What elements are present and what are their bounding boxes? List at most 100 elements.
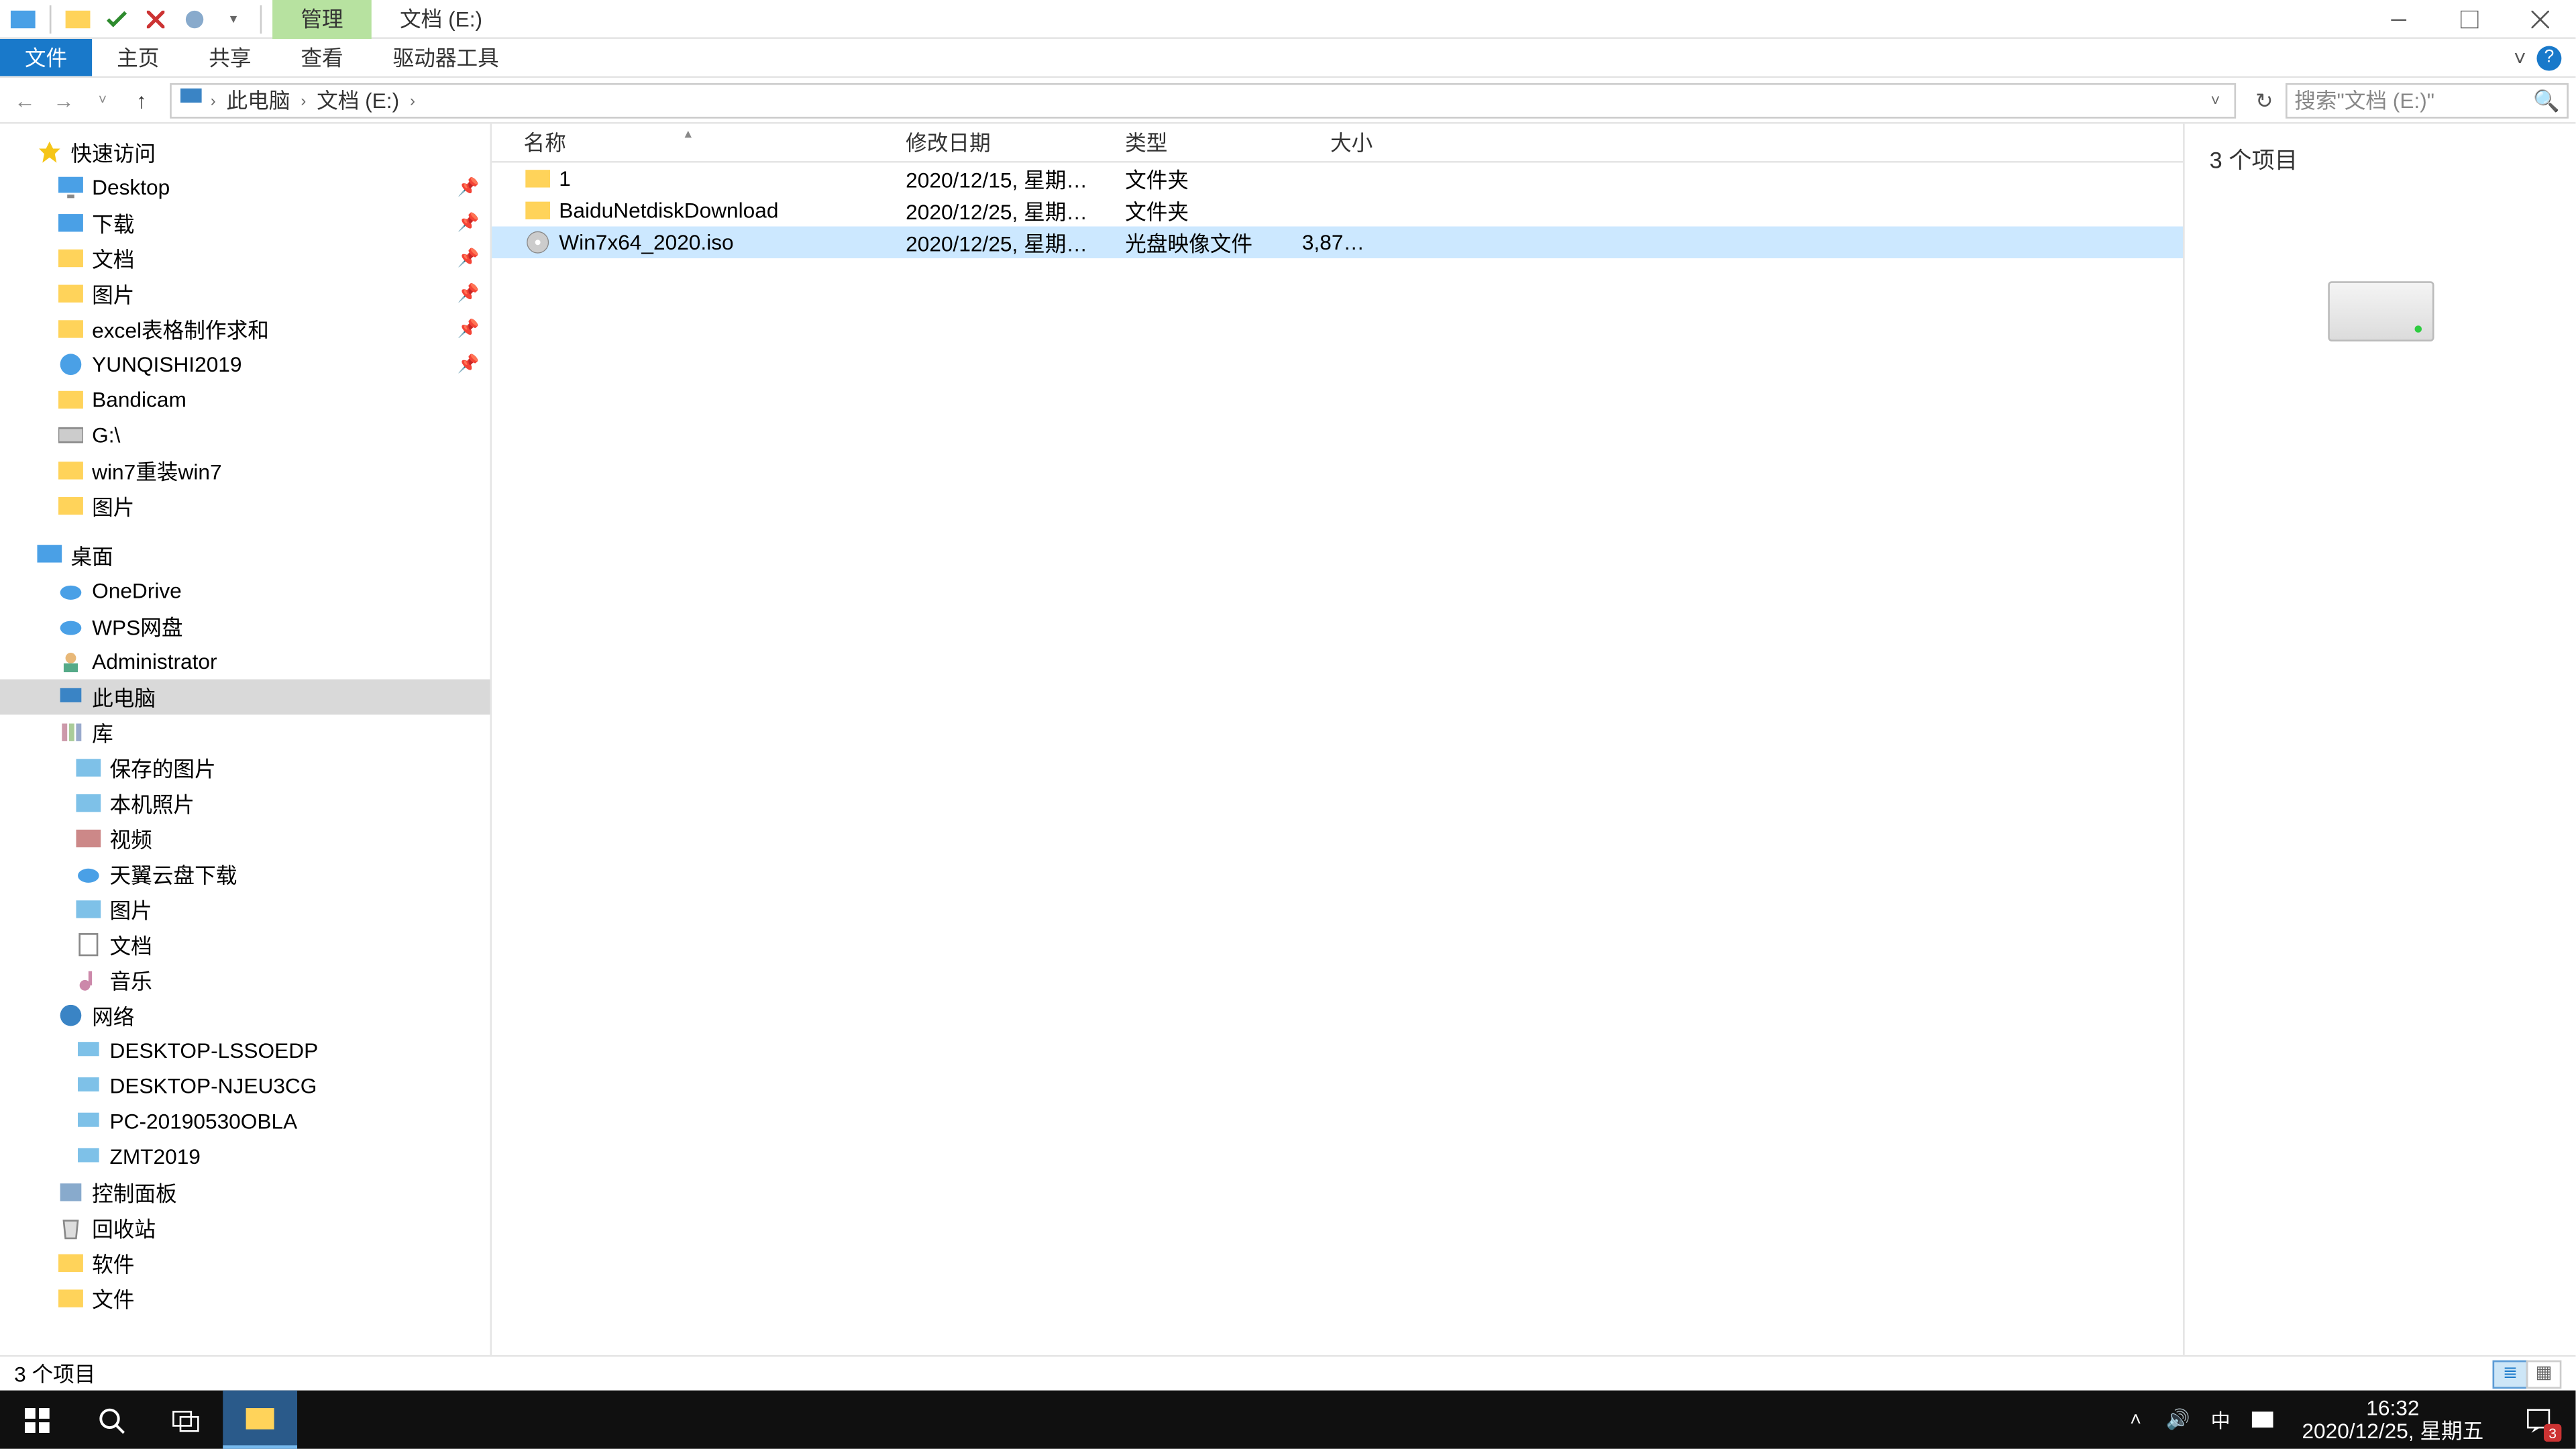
search-box[interactable]: 搜索"文档 (E:)" 🔍 bbox=[2286, 83, 2569, 118]
minimize-button[interactable]: ─ bbox=[2363, 0, 2434, 38]
forward-button[interactable]: → bbox=[46, 83, 82, 118]
ribbon-tab-share[interactable]: 共享 bbox=[184, 39, 276, 76]
tree-item[interactable]: ZMT2019 bbox=[0, 1139, 490, 1175]
action-center-button[interactable]: 3 bbox=[2508, 1391, 2569, 1449]
folder-icon bbox=[56, 386, 85, 414]
tree-item[interactable]: Desktop📌 bbox=[0, 170, 490, 205]
file-row[interactable]: BaiduNetdiskDownload2020/12/25, 星期五 1...… bbox=[492, 195, 2183, 226]
tree-item[interactable]: DESKTOP-LSSOEDP bbox=[0, 1033, 490, 1069]
tree-desktop[interactable]: 桌面 bbox=[0, 538, 490, 574]
ribbon-tab-home[interactable]: 主页 bbox=[92, 39, 184, 76]
tree-item[interactable]: PC-20190530OBLA bbox=[0, 1104, 490, 1139]
tree-network[interactable]: 网络 bbox=[0, 998, 490, 1033]
tree-item[interactable]: 保存的图片 bbox=[0, 750, 490, 786]
tree-item[interactable]: 音乐 bbox=[0, 963, 490, 998]
column-date[interactable]: 修改日期 bbox=[885, 127, 1104, 158]
ribbon-tab-view[interactable]: 查看 bbox=[276, 39, 368, 76]
tree-item[interactable]: G:\ bbox=[0, 417, 490, 453]
tree-label: Administrator bbox=[92, 649, 480, 674]
tree-item[interactable]: DESKTOP-NJEU3CG bbox=[0, 1069, 490, 1104]
tree-label: G:\ bbox=[92, 423, 480, 447]
tree-item[interactable]: OneDrive bbox=[0, 573, 490, 608]
breadcrumb-dropdown-icon[interactable]: ˅ bbox=[2204, 91, 2227, 109]
tree-item[interactable]: win7重装win7 bbox=[0, 453, 490, 488]
task-view-button[interactable] bbox=[149, 1391, 223, 1449]
qat-settings-icon[interactable] bbox=[178, 3, 210, 34]
taskbar-clock[interactable]: 16:32 2020/12/25, 星期五 bbox=[2292, 1397, 2495, 1443]
tree-item[interactable]: 图片 bbox=[0, 892, 490, 927]
network-icon[interactable] bbox=[2249, 1405, 2277, 1434]
tray-chevron-up-icon[interactable]: ˄ bbox=[2121, 1405, 2149, 1434]
column-name[interactable]: 名称 ▴ bbox=[492, 127, 884, 158]
tree-item[interactable]: 图片 bbox=[0, 488, 490, 524]
tree-item[interactable]: 库 bbox=[0, 714, 490, 750]
column-label: 类型 bbox=[1125, 127, 1167, 158]
tree-documents[interactable]: 文件 bbox=[0, 1281, 490, 1316]
folder-icon bbox=[56, 456, 85, 484]
breadcrumb-seg-0[interactable]: 此电脑 bbox=[223, 85, 294, 115]
ime-indicator[interactable]: 中 bbox=[2206, 1405, 2235, 1434]
netpc-icon bbox=[74, 1143, 103, 1171]
file-list-pane: 名称 ▴ 修改日期 类型 大小 12020/12/15, 星期二 1...文件夹… bbox=[492, 124, 2183, 1355]
tree-recycle-bin[interactable]: 回收站 bbox=[0, 1210, 490, 1246]
volume-icon[interactable]: 🔊 bbox=[2164, 1405, 2192, 1434]
tree-item[interactable]: WPS网盘 bbox=[0, 608, 490, 644]
tree-item[interactable]: 天翼云盘下载 bbox=[0, 856, 490, 892]
context-tab-management[interactable]: 管理 bbox=[272, 0, 372, 38]
breadcrumb[interactable]: › 此电脑 › 文档 (E:) › ˅ bbox=[170, 83, 2236, 118]
tree-item[interactable]: 此电脑 bbox=[0, 680, 490, 715]
chevron-right-icon[interactable]: › bbox=[211, 91, 216, 109]
back-button[interactable]: ← bbox=[7, 83, 43, 118]
qat-check-icon[interactable] bbox=[101, 3, 132, 34]
search-icon[interactable]: 🔍 bbox=[2533, 88, 2559, 113]
tree-item[interactable]: 图片📌 bbox=[0, 276, 490, 311]
ribbon-tab-drive-tools[interactable]: 驱动器工具 bbox=[368, 39, 524, 76]
search-button[interactable] bbox=[74, 1391, 149, 1449]
file-row[interactable]: Win7x64_2020.iso2020/12/25, 星期五 1...光盘映像… bbox=[492, 227, 2183, 258]
tree-software[interactable]: 软件 bbox=[0, 1245, 490, 1281]
tree-label: 图片 bbox=[92, 278, 458, 309]
maximize-button[interactable] bbox=[2434, 0, 2505, 38]
qat-close-icon[interactable] bbox=[140, 3, 171, 34]
column-type[interactable]: 类型 bbox=[1104, 127, 1281, 158]
chevron-right-icon[interactable]: › bbox=[410, 91, 415, 109]
column-size[interactable]: 大小 bbox=[1281, 127, 1387, 158]
file-row[interactable]: 12020/12/15, 星期二 1...文件夹 bbox=[492, 163, 2183, 195]
qat-folder-icon[interactable] bbox=[62, 3, 93, 34]
details-title: 3 个项目 bbox=[2210, 142, 2551, 175]
folder-icon bbox=[56, 315, 85, 343]
close-button[interactable] bbox=[2505, 0, 2575, 38]
column-headers: 名称 ▴ 修改日期 类型 大小 bbox=[492, 124, 2183, 163]
taskbar-file-explorer[interactable] bbox=[223, 1391, 297, 1449]
tree-label: 桌面 bbox=[70, 541, 479, 571]
ribbon-expand-icon[interactable]: ˅ bbox=[2514, 45, 2526, 70]
tree-item[interactable]: 文档📌 bbox=[0, 241, 490, 276]
drive-ext-icon bbox=[56, 421, 85, 449]
tree-item[interactable]: Bandicam bbox=[0, 382, 490, 418]
file-rows[interactable]: 12020/12/15, 星期二 1...文件夹BaiduNetdiskDown… bbox=[492, 163, 2183, 1355]
view-details-button[interactable]: ≣ bbox=[2493, 1360, 2528, 1388]
file-date: 2020/12/25, 星期五 1... bbox=[885, 195, 1104, 225]
up-button[interactable]: ↑ bbox=[124, 83, 160, 118]
tree-item[interactable]: 本机照片 bbox=[0, 786, 490, 821]
recent-dropdown-icon[interactable]: ˅ bbox=[85, 83, 121, 118]
help-icon[interactable]: ? bbox=[2536, 45, 2561, 70]
chevron-right-icon[interactable]: › bbox=[301, 91, 306, 109]
app-icon[interactable] bbox=[7, 3, 39, 34]
tree-quick-access[interactable]: 快速访问 bbox=[0, 134, 490, 170]
tree-control-panel[interactable]: 控制面板 bbox=[0, 1175, 490, 1210]
refresh-button[interactable]: ↻ bbox=[2247, 88, 2282, 113]
view-large-icons-button[interactable]: ▦ bbox=[2526, 1360, 2562, 1388]
tree-item[interactable]: 下载📌 bbox=[0, 205, 490, 241]
tree-item[interactable]: 文档 bbox=[0, 927, 490, 963]
title-bar: ▾ 管理 文档 (E:) ─ bbox=[0, 0, 2575, 39]
start-button[interactable] bbox=[0, 1391, 74, 1449]
ribbon-tab-file[interactable]: 文件 bbox=[0, 39, 92, 76]
qat-dropdown-icon[interactable]: ▾ bbox=[217, 3, 249, 34]
navigation-pane[interactable]: 快速访问 Desktop📌下载📌文档📌图片📌excel表格制作求和📌YUNQIS… bbox=[0, 124, 492, 1355]
tree-item[interactable]: 视频 bbox=[0, 821, 490, 857]
tree-item[interactable]: Administrator bbox=[0, 644, 490, 680]
tree-item[interactable]: YUNQISHI2019📌 bbox=[0, 347, 490, 382]
breadcrumb-seg-1[interactable]: 文档 (E:) bbox=[313, 85, 403, 115]
tree-item[interactable]: excel表格制作求和📌 bbox=[0, 311, 490, 347]
